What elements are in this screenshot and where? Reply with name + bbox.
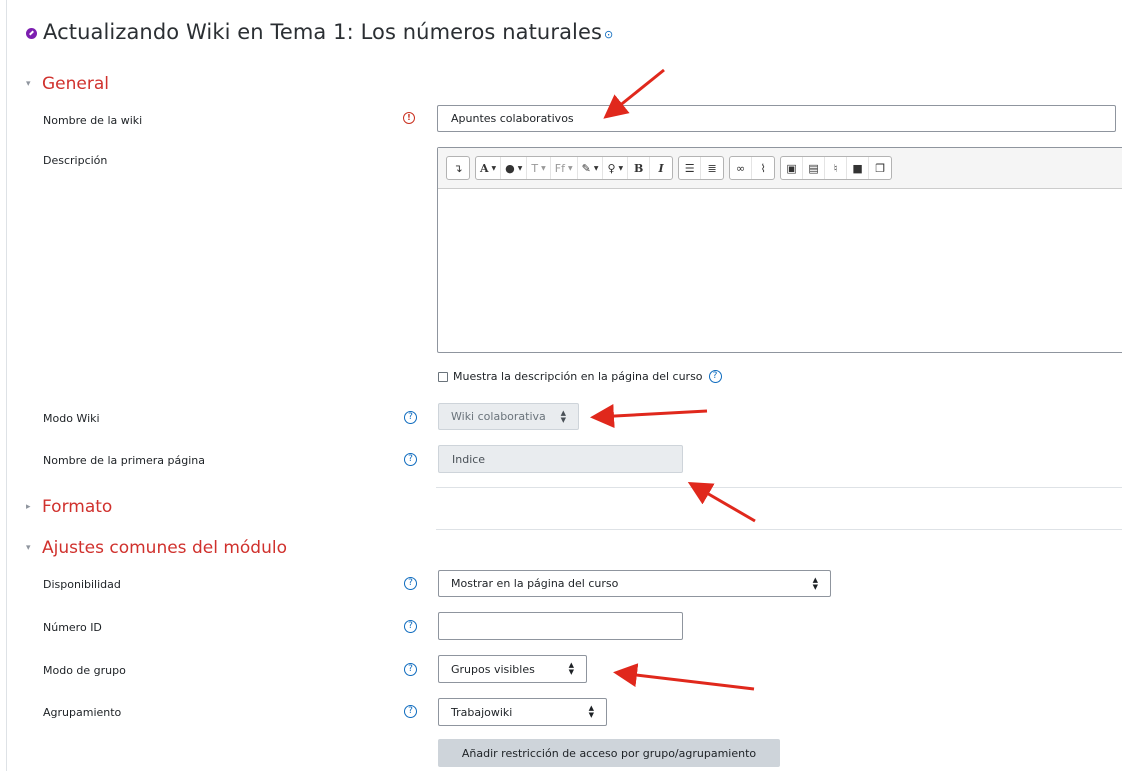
left-border (6, 0, 7, 771)
select-arrows-icon: ▲ ▼ (568, 661, 574, 676)
select-arrows-icon: ▲ ▼ (812, 575, 818, 591)
chevron-down-icon: ▼ (593, 164, 599, 172)
image-icon: ▣ (786, 161, 797, 175)
label-agrupamiento: Agrupamiento (43, 706, 122, 719)
bold-button[interactable]: B (628, 157, 651, 179)
label-primera-pagina: Nombre de la primera página (43, 454, 206, 467)
section-title-ajustes: Ajustes comunes del módulo (42, 538, 287, 558)
chevron-down-icon: ▼ (567, 164, 573, 172)
help-icon[interactable]: ? (404, 453, 417, 466)
record-video-button[interactable]: ■ (847, 157, 870, 179)
chevron-down-icon: ▾ (26, 79, 31, 89)
descripcion-editor[interactable]: ↴ A ▼ ● ▼ T ▼ Ff ▼ ✎ ▼ ♀ ▼ B I ☰ ≣ ∞ ⌇ ▣ ▤ ♮ ■… (437, 147, 1122, 353)
label-disponibilidad: Disponibilidad (43, 578, 121, 591)
chevron-down-icon: ▼ (491, 164, 497, 172)
toolbar-group-style: A ▼ ● ▼ T ▼ Ff ▼ ✎ ▼ ♀ ▼ B I (475, 156, 674, 180)
media-button[interactable]: ▤ (803, 157, 826, 179)
font-color-button[interactable]: A ▼ (476, 157, 502, 179)
italic-button[interactable]: I (650, 157, 672, 179)
section-divider (436, 529, 1122, 530)
droplet-icon: ● (505, 161, 515, 175)
label-nombre-wiki: Nombre de la wiki (43, 114, 143, 127)
help-icon[interactable]: ? (404, 705, 417, 718)
chevron-down-icon: ▼ (618, 164, 624, 172)
video-camera-icon: ■ (852, 161, 863, 175)
primera-pagina-input[interactable]: Indice (438, 445, 683, 473)
numero-id-input[interactable] (438, 612, 683, 640)
add-group-restriction-button[interactable]: Añadir restricción de acceso por grupo/a… (438, 739, 780, 767)
brush-button[interactable]: ✎ ▼ (578, 157, 604, 179)
ordered-list-button[interactable]: ≣ (701, 157, 723, 179)
page-title: Actualizando Wiki en Tema 1: Los números… (43, 20, 603, 44)
highlight-button[interactable]: ● ▼ (501, 157, 528, 179)
section-divider (436, 487, 1122, 488)
disponibilidad-select[interactable]: Mostrar en la página del curso ▲ ▼ (438, 570, 831, 597)
chevron-down-icon: ▾ (26, 543, 31, 553)
annotation-arrow (613, 663, 755, 691)
muestra-descripcion-label: Muestra la descripción en la página del … (453, 370, 703, 383)
image-button[interactable]: ▣ (781, 157, 804, 179)
editor-toolbar: ↴ A ▼ ● ▼ T ▼ Ff ▼ ✎ ▼ ♀ ▼ B I ☰ ≣ ∞ ⌇ ▣ ▤ ♮ ■… (438, 148, 1122, 189)
numbered-list-icon: ≣ (707, 161, 717, 175)
chevron-right-icon: ▸ (26, 502, 31, 512)
section-general-toggle[interactable]: ▾ General (26, 74, 109, 94)
link-button[interactable]: ∞ (730, 157, 753, 179)
files-icon: ❐ (875, 161, 886, 175)
select-arrows-icon: ▲ ▼ (560, 408, 566, 424)
modo-grupo-select[interactable]: Grupos visibles ▲ ▼ (438, 655, 587, 683)
annotation-arrow (590, 404, 708, 429)
agrupamiento-select[interactable]: Trabajowiki ▲ ▼ (438, 698, 607, 726)
title-help-icon[interactable]: ⊙ (604, 28, 613, 41)
label-modo-wiki: Modo Wiki (43, 412, 100, 425)
unlink-icon: ⌇ (760, 161, 766, 175)
required-icon: ! (403, 112, 415, 124)
help-icon[interactable]: ? (404, 577, 417, 590)
manage-files-button[interactable]: ❐ (869, 157, 891, 179)
chevron-down-icon: ▼ (541, 164, 546, 172)
section-title-formato: Formato (42, 497, 113, 517)
toolbar-group-links: ∞ ⌇ (729, 156, 776, 180)
toolbar-group-collapse: ↴ (446, 156, 470, 180)
section-title-general: General (42, 74, 109, 94)
unordered-list-button[interactable]: ☰ (679, 157, 702, 179)
help-icon[interactable]: ? (404, 411, 417, 424)
label-descripcion: Descripción (43, 154, 108, 167)
muestra-descripcion-row: Muestra la descripción en la página del … (438, 370, 722, 383)
lightbulb-button[interactable]: ♀ ▼ (603, 157, 629, 179)
brush-icon: ✎ (581, 161, 591, 175)
unlink-button[interactable]: ⌇ (752, 157, 774, 179)
help-icon[interactable]: ? (404, 620, 417, 633)
help-icon[interactable]: ? (708, 370, 722, 383)
select-arrows-icon: ▲ ▼ (588, 704, 594, 719)
document-icon: ▤ (808, 161, 819, 175)
link-icon: ∞ (736, 161, 746, 175)
label-modo-grupo: Modo de grupo (43, 664, 126, 677)
toolbar-group-media: ▣ ▤ ♮ ■ ❐ (780, 156, 893, 180)
chevron-down-icon: ▼ (517, 164, 523, 172)
bulleted-list-icon: ☰ (684, 161, 695, 175)
annotation-arrow (687, 481, 756, 523)
label-numero-id: Número ID (43, 621, 102, 634)
toolbar-group-lists: ☰ ≣ (678, 156, 725, 180)
wiki-module-icon (26, 28, 37, 39)
editor-content-area[interactable] (438, 189, 1122, 352)
microphone-icon: ♮ (833, 161, 838, 175)
font-family-button[interactable]: Ff ▼ (551, 157, 578, 179)
section-formato-toggle[interactable]: ▸ Formato (26, 497, 112, 517)
text-format-button[interactable]: T ▼ (527, 157, 551, 179)
toolbar-collapse-button[interactable]: ↴ (447, 157, 469, 179)
page-header: Actualizando Wiki en Tema 1: Los números… (26, 20, 613, 44)
modo-wiki-select[interactable]: Wiki colaborativa ▲ ▼ (438, 403, 579, 430)
help-icon[interactable]: ? (404, 663, 417, 676)
lightbulb-icon: ♀ (607, 161, 616, 175)
record-audio-button[interactable]: ♮ (825, 157, 848, 179)
muestra-descripcion-checkbox[interactable] (438, 371, 448, 382)
section-ajustes-toggle[interactable]: ▾ Ajustes comunes del módulo (26, 538, 287, 558)
nombre-wiki-input[interactable]: Apuntes colaborativos (437, 105, 1116, 132)
